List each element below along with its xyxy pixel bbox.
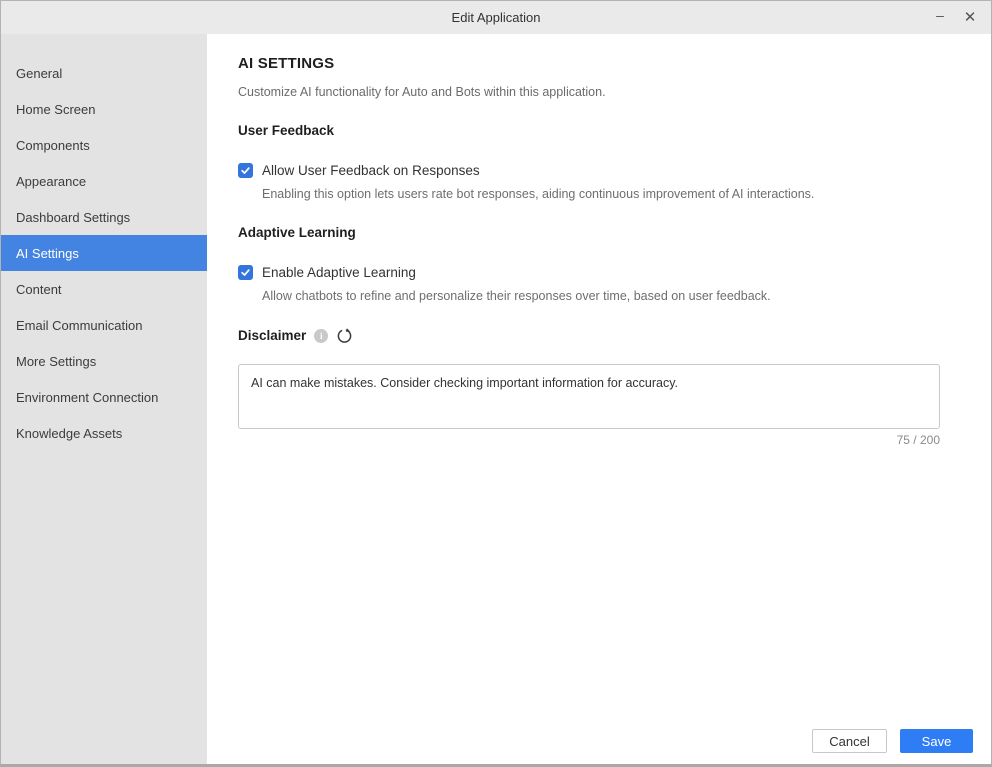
sidebar-item-dashboard-settings[interactable]: Dashboard Settings <box>1 199 207 235</box>
user-feedback-checkbox[interactable] <box>238 163 253 178</box>
sidebar-item-home-screen[interactable]: Home Screen <box>1 91 207 127</box>
sidebar-item-content[interactable]: Content <box>1 271 207 307</box>
checkmark-icon <box>240 165 251 176</box>
close-icon[interactable]: ✕ <box>959 7 981 29</box>
sidebar-item-appearance[interactable]: Appearance <box>1 163 207 199</box>
cancel-button[interactable]: Cancel <box>812 729 887 753</box>
adaptive-learning-checkbox-label[interactable]: Enable Adaptive Learning <box>262 265 416 280</box>
info-icon[interactable]: i <box>314 329 328 343</box>
checkmark-icon <box>240 267 251 278</box>
save-button[interactable]: Save <box>900 729 973 753</box>
section-title-disclaimer: Disclaimer <box>238 327 306 345</box>
title-bar: Edit Application – ✕ <box>1 1 991 34</box>
ai-settings-panel: AI SETTINGS Customize AI functionality f… <box>207 34 991 764</box>
sidebar-item-general[interactable]: General <box>1 55 207 91</box>
user-feedback-checkbox-row: Allow User Feedback on Responses <box>238 161 959 179</box>
dialog-footer: Cancel Save <box>812 729 973 753</box>
user-feedback-checkbox-label[interactable]: Allow User Feedback on Responses <box>262 163 480 178</box>
adaptive-learning-checkbox[interactable] <box>238 265 253 280</box>
sidebar-item-components[interactable]: Components <box>1 127 207 163</box>
disclaimer-textarea[interactable]: AI can make mistakes. Consider checking … <box>238 364 940 429</box>
user-feedback-helper-text: Enabling this option lets users rate bot… <box>262 186 959 203</box>
adaptive-learning-checkbox-row: Enable Adaptive Learning <box>238 263 959 281</box>
page-subtitle: Customize AI functionality for Auto and … <box>238 84 959 101</box>
section-title-user-feedback: User Feedback <box>238 122 959 140</box>
sidebar-item-email-communication[interactable]: Email Communication <box>1 307 207 343</box>
disclaimer-header-row: Disclaimer i <box>238 327 959 345</box>
window-controls: – ✕ <box>929 1 981 34</box>
minimize-icon[interactable]: – <box>929 7 951 29</box>
section-title-adaptive-learning: Adaptive Learning <box>238 224 959 242</box>
char-count: 75 / 200 <box>238 433 940 447</box>
window-title: Edit Application <box>452 10 541 25</box>
edit-application-dialog: Edit Application – ✕ General Home Screen… <box>0 0 992 767</box>
page-title: AI SETTINGS <box>238 54 959 74</box>
sidebar-item-knowledge-assets[interactable]: Knowledge Assets <box>1 415 207 451</box>
adaptive-learning-helper-text: Allow chatbots to refine and personalize… <box>262 288 959 305</box>
refresh-icon[interactable] <box>336 328 352 344</box>
sidebar-item-more-settings[interactable]: More Settings <box>1 343 207 379</box>
sidebar-item-ai-settings[interactable]: AI Settings <box>1 235 207 271</box>
sidebar-item-environment-connection[interactable]: Environment Connection <box>1 379 207 415</box>
settings-sidebar: General Home Screen Components Appearanc… <box>1 34 207 764</box>
